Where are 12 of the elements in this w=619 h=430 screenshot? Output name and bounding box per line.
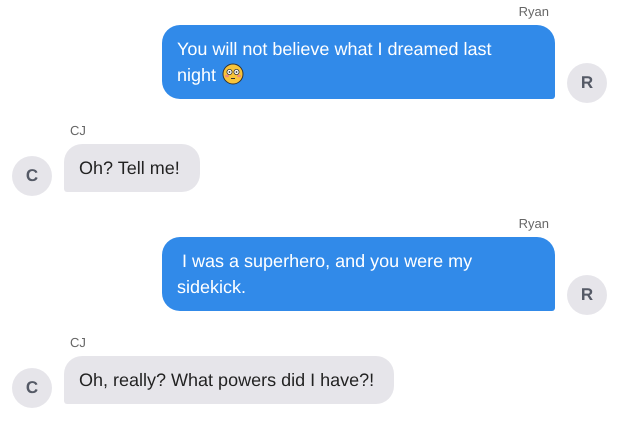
avatar: C	[12, 156, 52, 196]
avatar: R	[567, 63, 607, 103]
sender-name: CJ	[70, 335, 86, 350]
avatar: R	[567, 275, 607, 315]
sender-name: Ryan	[518, 216, 549, 231]
message-bubble: Oh? Tell me!	[64, 144, 200, 192]
message-bubble: Oh, really? What powers did I have?!	[64, 356, 394, 404]
sender-name: CJ	[70, 123, 86, 138]
avatar: C	[12, 368, 52, 408]
sender-name: Ryan	[518, 4, 549, 19]
message-bubble: I was a superhero, and you were my sidekick.	[162, 237, 555, 311]
message-bubble: You will not believe what I dreamed last night	[162, 25, 555, 99]
